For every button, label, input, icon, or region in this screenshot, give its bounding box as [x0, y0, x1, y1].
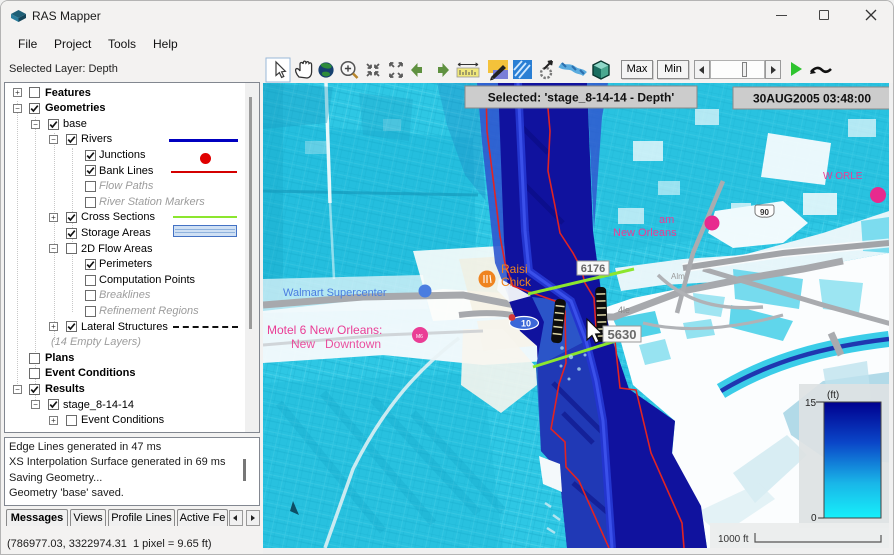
svg-text:10: 10	[521, 319, 531, 329]
svg-text:Alm: Alm	[671, 272, 685, 281]
svg-text:30AUG2005 03:48:00: 30AUG2005 03:48:00	[753, 92, 871, 106]
svg-text:5630: 5630	[608, 327, 637, 342]
svg-text:1000 ft: 1000 ft	[718, 534, 749, 545]
svg-text:W ORLE: W ORLE	[823, 171, 863, 182]
svg-text:Chick: Chick	[501, 275, 532, 289]
svg-text:15: 15	[805, 398, 817, 409]
svg-text:90: 90	[760, 208, 769, 217]
svg-text:Walmart Supercenter: Walmart Supercenter	[283, 287, 387, 299]
svg-text:Selected: 'stage_8-14-14 - Dep: Selected: 'stage_8-14-14 - Depth'	[488, 91, 675, 105]
svg-text:New Orleans: New Orleans	[613, 227, 677, 239]
svg-text:Motel 6 New Orleans:: Motel 6 New Orleans:	[267, 323, 382, 337]
svg-text:0: 0	[811, 513, 817, 524]
svg-text:Raisi: Raisi	[501, 262, 528, 276]
svg-text:6176: 6176	[581, 263, 605, 275]
svg-text:4le: 4le	[618, 305, 630, 315]
svg-text:(ft): (ft)	[827, 390, 839, 401]
svg-text:M6: M6	[416, 334, 423, 340]
svg-text:am: am	[659, 214, 674, 226]
svg-text:New Downtown: New Downtown	[291, 337, 381, 351]
